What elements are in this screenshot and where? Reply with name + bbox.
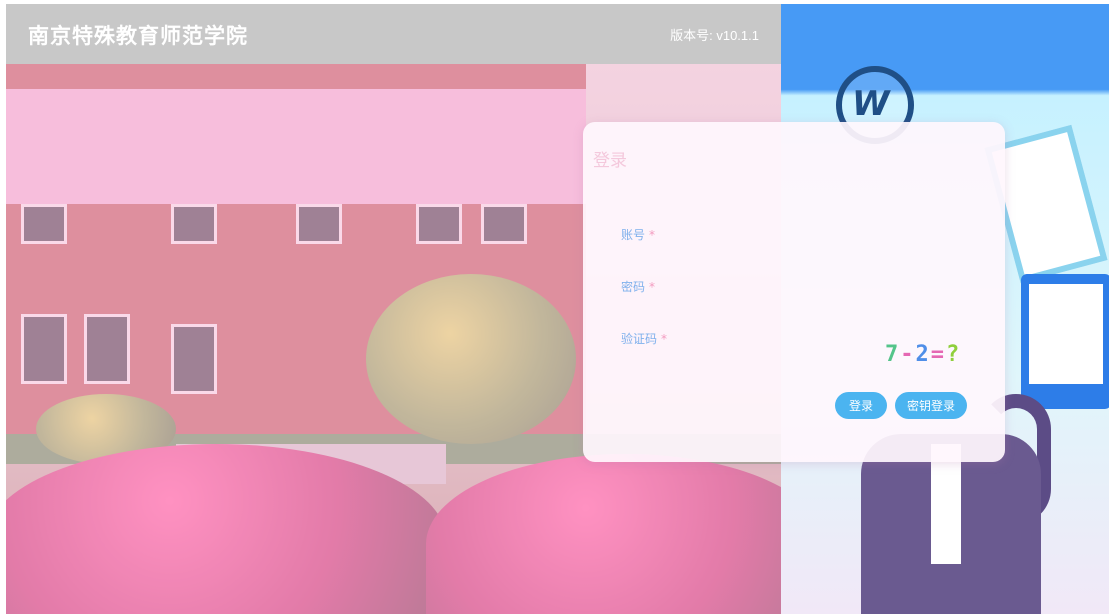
version-label: 版本号: v10.1.1 [670, 28, 759, 43]
captcha-label: 验证码 * [621, 330, 667, 347]
login-title: 登录 [593, 151, 627, 171]
school-name-title: 南京特殊教育师范学院 [28, 24, 248, 48]
required-marker: * [649, 280, 656, 294]
password-label: 密码 * [621, 278, 655, 295]
captcha-input[interactable] [703, 322, 873, 352]
login-button[interactable]: 登录 [835, 392, 887, 419]
captcha-text: 7-2=? [885, 342, 962, 367]
key-login-button[interactable]: 密钥登录 [895, 392, 967, 419]
monitor-illustration [1021, 274, 1109, 409]
pink-overlay-band [6, 89, 586, 204]
password-input[interactable] [703, 270, 961, 300]
account-label-text: 账号 [621, 228, 646, 242]
password-label-text: 密码 [621, 280, 646, 294]
monitor-screen [1029, 284, 1103, 384]
required-marker: * [661, 332, 668, 346]
account-label: 账号 * [621, 226, 655, 243]
account-input[interactable] [703, 218, 961, 248]
captcha-label-text: 验证码 [621, 332, 658, 346]
required-marker: * [649, 228, 656, 242]
login-card: 登录 账号 * 密码 * 验证码 * 7-2=? 登录 密钥登录 [583, 122, 1005, 462]
header-bar: 南京特殊教育师范学院 版本号: v10.1.1 [6, 4, 781, 64]
person-shirt-illustration [931, 444, 961, 564]
captcha-image[interactable]: 7-2=? [885, 342, 975, 368]
